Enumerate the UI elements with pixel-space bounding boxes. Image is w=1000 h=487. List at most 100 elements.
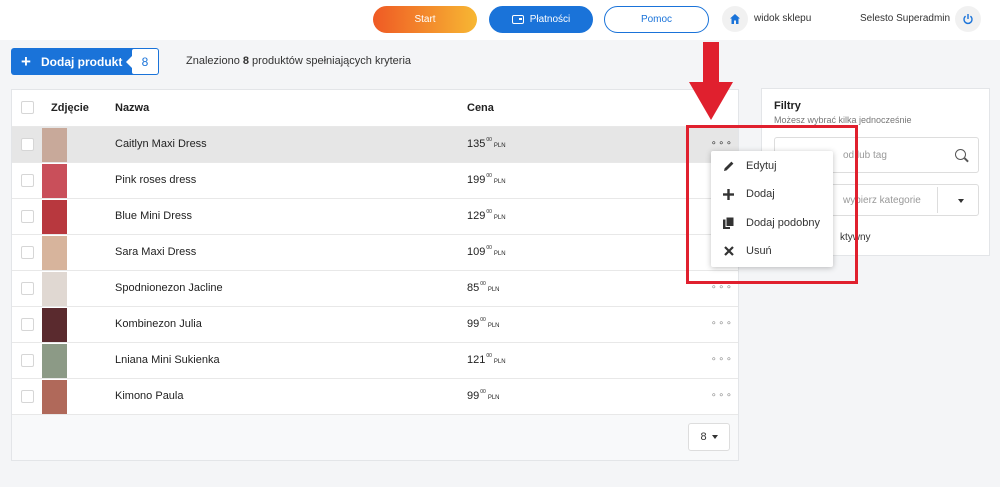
start-button[interactable]: Start xyxy=(373,6,477,33)
per-page-select[interactable]: 8 xyxy=(688,423,730,451)
product-thumbnail[interactable] xyxy=(42,308,67,342)
results-summary: Znaleziono 8 produktów spełniających kry… xyxy=(186,55,411,67)
table-row[interactable]: Kimono Paula 9900PLN ⚬⚬⚬ xyxy=(12,378,738,414)
product-name[interactable]: Pink roses dress xyxy=(115,174,196,186)
more-actions-icon[interactable]: ⚬⚬⚬ xyxy=(710,354,733,365)
product-name[interactable]: Caitlyn Maxi Dress xyxy=(115,138,207,150)
table-footer: 8 xyxy=(12,414,738,460)
table-row[interactable]: Pink roses dress19900PLN⚬⚬⚬ xyxy=(12,162,738,198)
product-thumbnail[interactable] xyxy=(42,380,67,414)
product-price: 19900PLN xyxy=(467,173,506,186)
product-name[interactable]: Spodnionezon Jacline xyxy=(115,282,223,294)
row-checkbox[interactable] xyxy=(21,210,34,223)
price-currency: PLN xyxy=(493,143,506,149)
product-thumbnail[interactable] xyxy=(42,344,67,378)
wallet-icon xyxy=(511,15,524,24)
search-icon[interactable] xyxy=(955,149,966,160)
product-thumbnail[interactable] xyxy=(42,164,67,198)
results-prefix: Znaleziono xyxy=(186,55,243,67)
price-decimals: 00 xyxy=(486,173,492,179)
product-price: 8500PLN xyxy=(467,281,499,294)
more-actions-icon[interactable]: ⚬⚬⚬ xyxy=(710,318,733,329)
product-thumbnail[interactable] xyxy=(42,128,67,162)
table-row[interactable]: Sara Maxi Dress10900PLN⚬⚬⚬ xyxy=(12,234,738,270)
product-name[interactable]: Kombinezon Julia xyxy=(115,318,202,330)
price-integer: 109 xyxy=(467,246,486,258)
add-product-button[interactable]: + Dodaj produkt 8 xyxy=(11,48,159,75)
filters-title: Filtry xyxy=(774,100,801,112)
price-integer: 129 xyxy=(467,210,486,222)
row-checkbox[interactable] xyxy=(21,390,34,403)
row-checkbox[interactable] xyxy=(21,318,34,331)
filters-subtitle: Możesz wybrać kilka jednocześnie xyxy=(774,115,912,125)
payments-button[interactable]: Płatności xyxy=(489,6,593,33)
table-row[interactable]: Spodnionezon Jacline 8500PLN ⚬⚬⚬ xyxy=(12,270,738,306)
product-name[interactable]: Blue Mini Dress xyxy=(115,210,192,222)
price-currency: PLN xyxy=(487,287,500,293)
shop-view-link[interactable]: widok sklepu xyxy=(754,13,811,24)
price-decimals: 00 xyxy=(480,317,486,323)
column-header-price[interactable]: Cena xyxy=(467,90,494,126)
table-row[interactable]: Kombinezon Julia 9900PLN ⚬⚬⚬ xyxy=(12,306,738,342)
product-thumbnail[interactable] xyxy=(42,200,67,234)
help-button[interactable]: Pomoc xyxy=(604,6,709,33)
price-currency: PLN xyxy=(487,395,500,401)
row-checkbox[interactable] xyxy=(21,138,34,151)
row-checkbox[interactable] xyxy=(21,282,34,295)
price-integer: 199 xyxy=(467,174,486,186)
row-checkbox[interactable] xyxy=(21,246,34,259)
table-row[interactable]: Caitlyn Maxi Dress 13500PLN ⚬⚬⚬ xyxy=(12,126,738,162)
price-integer: 99 xyxy=(467,390,480,402)
chevron-down-icon xyxy=(958,199,964,203)
column-header-name[interactable]: Nazwa xyxy=(115,90,149,126)
product-price: 9900PLN xyxy=(467,389,499,402)
product-price: 9900PLN xyxy=(467,317,499,330)
product-name[interactable]: Sara Maxi Dress xyxy=(115,246,196,258)
home-button[interactable] xyxy=(722,6,748,32)
logout-button[interactable] xyxy=(955,6,981,32)
table-row[interactable]: Blue Mini Dress12900PLN⚬⚬⚬ xyxy=(12,198,738,234)
product-price: 12100PLN xyxy=(467,353,506,366)
payments-label: Płatności xyxy=(529,14,571,25)
price-currency: PLN xyxy=(493,215,506,221)
products-table: Zdjęcie Nazwa Cena Caitlyn Maxi Dress 135… xyxy=(11,89,739,461)
plus-icon: + xyxy=(21,51,31,71)
price-currency: PLN xyxy=(493,251,506,257)
highlight-box xyxy=(686,125,858,284)
row-checkbox[interactable] xyxy=(21,174,34,187)
user-name: Selesto Superadmin xyxy=(860,13,951,24)
top-bar: Start Płatności Pomoc widok sklepu Seles… xyxy=(0,0,1000,40)
product-name[interactable]: Lniana Mini Sukienka xyxy=(115,354,220,366)
chevron-down-icon xyxy=(711,435,718,439)
product-thumbnail[interactable] xyxy=(42,272,67,306)
column-header-photo: Zdjęcie xyxy=(51,102,89,114)
results-suffix: produktów spełniających kryteria xyxy=(249,55,412,67)
product-count-badge: 8 xyxy=(126,49,158,74)
select-divider xyxy=(937,187,938,213)
price-decimals: 00 xyxy=(486,209,492,215)
price-currency: PLN xyxy=(493,179,506,185)
price-integer: 121 xyxy=(467,354,486,366)
arrow-down-icon xyxy=(689,42,733,120)
price-decimals: 00 xyxy=(480,281,486,287)
product-name[interactable]: Kimono Paula xyxy=(115,390,184,402)
home-icon xyxy=(730,14,740,24)
price-integer: 85 xyxy=(467,282,480,294)
row-checkbox[interactable] xyxy=(21,354,34,367)
power-icon xyxy=(963,14,973,25)
product-price: 10900PLN xyxy=(467,245,506,258)
price-decimals: 00 xyxy=(486,353,492,359)
price-decimals: 00 xyxy=(486,245,492,251)
more-actions-icon[interactable]: ⚬⚬⚬ xyxy=(710,390,733,401)
price-integer: 135 xyxy=(467,138,486,150)
table-row[interactable]: Lniana Mini Sukienka 12100PLN ⚬⚬⚬ xyxy=(12,342,738,378)
per-page-value: 8 xyxy=(700,431,707,443)
product-thumbnail[interactable] xyxy=(42,236,67,270)
price-integer: 99 xyxy=(467,318,480,330)
price-currency: PLN xyxy=(487,323,500,329)
price-currency: PLN xyxy=(493,359,506,365)
price-decimals: 00 xyxy=(480,389,486,395)
select-all-checkbox[interactable] xyxy=(21,101,34,114)
product-price: 13500PLN xyxy=(467,137,506,150)
add-product-label: Dodaj produkt xyxy=(41,54,123,69)
